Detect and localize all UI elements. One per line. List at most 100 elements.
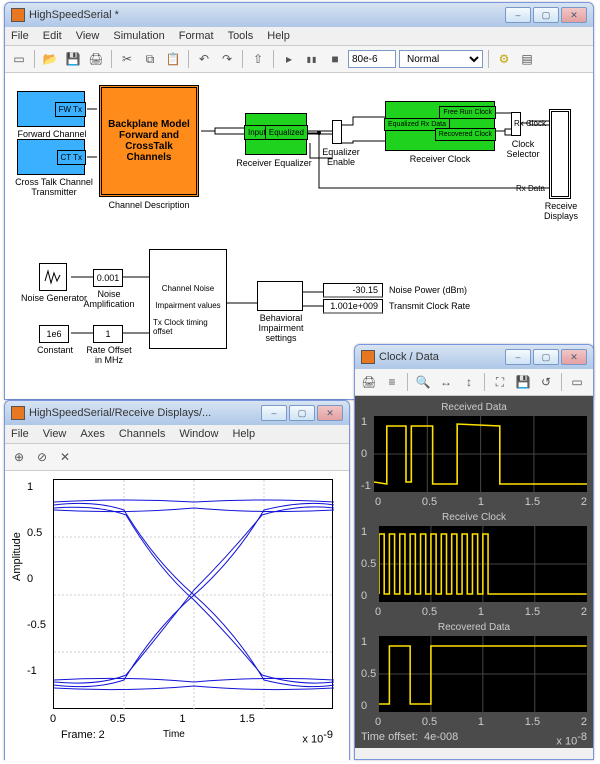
scope-title: Clock / Data: [379, 351, 501, 363]
zoom-y-icon[interactable]: ↕: [459, 372, 479, 392]
label-clk-sel: Clock Selector: [503, 139, 543, 159]
pause-icon[interactable]: ▮▮: [302, 49, 322, 69]
scope-plot-title-1: Receive Clock: [361, 512, 587, 523]
restore-icon[interactable]: ↺: [536, 372, 556, 392]
scope-plot-0[interactable]: [374, 416, 587, 492]
label-rx-eq: Receiver Equalizer: [219, 158, 329, 168]
zoom-in-icon[interactable]: ⊕: [9, 447, 29, 467]
copy-icon[interactable]: ⧉: [140, 49, 160, 69]
block-noise-amp[interactable]: 0.001: [93, 269, 123, 287]
save-icon[interactable]: 💾: [63, 49, 83, 69]
close-button[interactable]: ✕: [561, 349, 587, 365]
menu-edit[interactable]: Edit: [43, 30, 62, 42]
scope-toolbar: 🖨 ≡ 🔍 ↔ ↕ ⛶ 💾 ↺ ▭: [355, 369, 593, 396]
eye-plot[interactable]: [53, 479, 333, 709]
nav-up-icon[interactable]: ⇧: [248, 49, 268, 69]
scope-window: Clock / Data – ▢ ✕ 🖨 ≡ 🔍 ↔ ↕ ⛶ 💾 ↺ ▭ Rec…: [354, 344, 594, 760]
minimize-button[interactable]: –: [505, 7, 531, 23]
sim-mode-select[interactable]: Normal: [399, 50, 483, 68]
block-eq-switch[interactable]: [332, 120, 342, 144]
port-tx-clk: Tx Clock timing offset: [153, 318, 223, 336]
play-icon[interactable]: ▸: [279, 49, 299, 69]
eye-xlabel: Time: [163, 729, 185, 740]
menu-help[interactable]: Help: [232, 428, 255, 440]
menu-help[interactable]: Help: [267, 30, 290, 42]
close-button[interactable]: ✕: [561, 7, 587, 23]
undo-icon[interactable]: ↶: [194, 49, 214, 69]
build-icon[interactable]: ⚙: [494, 49, 514, 69]
zoom-x-icon[interactable]: ↔: [436, 372, 456, 392]
main-title: HighSpeedSerial *: [29, 9, 501, 21]
block-impair[interactable]: Channel Noise Impairment values Tx Clock…: [149, 249, 227, 349]
menu-tools[interactable]: Tools: [228, 30, 254, 42]
zoom-icon[interactable]: 🔍: [413, 372, 433, 392]
block-rx-eq[interactable]: Input Equalized: [245, 113, 307, 155]
redo-icon[interactable]: ↷: [217, 49, 237, 69]
label-tx-rate: Transmit Clock Rate: [389, 301, 489, 311]
label-rx-disp: Receive Displays: [538, 201, 584, 221]
label-ct-ch-trans: Cross Talk Channel Transmitter: [8, 177, 100, 197]
eye-titlebar[interactable]: HighSpeedSerial/Receive Displays/... – ▢…: [5, 401, 349, 425]
port-rcv-clk-out1: Free Run Clock: [439, 106, 496, 119]
block-ct-tx[interactable]: CT Tx: [17, 139, 85, 175]
scope-plot-2[interactable]: [379, 636, 587, 712]
port-ct-tx: CT Tx: [57, 150, 86, 165]
scope-plot-1[interactable]: [379, 526, 587, 602]
zoom-x-icon[interactable]: ⊘: [32, 447, 52, 467]
block-rcv-clk[interactable]: Equalized Rx Data Free Run Clock Recover…: [385, 101, 495, 151]
minimize-button[interactable]: –: [261, 405, 287, 421]
main-titlebar[interactable]: HighSpeedSerial * – ▢ ✕: [5, 3, 593, 27]
block-rx-disp[interactable]: Rx Clock Rx Data: [549, 109, 571, 199]
library-icon[interactable]: ▤: [517, 49, 537, 69]
menu-file[interactable]: File: [11, 428, 29, 440]
label-const: Constant: [33, 345, 77, 355]
scope-footer-label: Time offset:: [361, 731, 418, 743]
autoscale-icon[interactable]: ✕: [55, 447, 75, 467]
port-fw-tx: FW Tx: [55, 102, 86, 117]
menu-axes[interactable]: Axes: [80, 428, 104, 440]
port-rx-eq-out: Equalized: [265, 125, 308, 140]
cut-icon[interactable]: ✂: [117, 49, 137, 69]
display-tx-rate[interactable]: 1.001e+009: [323, 299, 383, 314]
menu-view[interactable]: View: [43, 428, 67, 440]
label-noise-pwr: Noise Power (dBm): [389, 285, 489, 295]
minimize-button[interactable]: –: [505, 349, 531, 365]
menu-simulation[interactable]: Simulation: [113, 30, 164, 42]
stop-time-input[interactable]: [348, 50, 396, 68]
block-rate[interactable]: 1: [93, 325, 123, 343]
open-icon[interactable]: 📂: [40, 49, 60, 69]
params-icon[interactable]: ≡: [382, 372, 402, 392]
menu-window[interactable]: Window: [179, 428, 218, 440]
menu-view[interactable]: View: [76, 30, 100, 42]
port-ch-noise: Channel Noise: [162, 284, 214, 293]
menu-format[interactable]: Format: [179, 30, 214, 42]
eye-ylabel: Amplitude: [11, 532, 23, 581]
eye-frame-value: 2: [99, 729, 105, 741]
eye-toolbar: ⊕ ⊘ ✕: [5, 444, 349, 471]
block-noise-gen[interactable]: [39, 263, 67, 291]
block-const[interactable]: 1e6: [39, 325, 69, 343]
menu-channels[interactable]: Channels: [119, 428, 165, 440]
close-button[interactable]: ✕: [317, 405, 343, 421]
maximize-button[interactable]: ▢: [533, 7, 559, 23]
stop-icon[interactable]: ■: [325, 49, 345, 69]
eye-window: HighSpeedSerial/Receive Displays/... – ▢…: [4, 400, 350, 760]
block-backplane[interactable]: Backplane Model Forward and CrossTalk Ch…: [99, 85, 199, 197]
app-icon: [361, 350, 375, 364]
maximize-button[interactable]: ▢: [289, 405, 315, 421]
scope-titlebar[interactable]: Clock / Data – ▢ ✕: [355, 345, 593, 369]
paste-icon[interactable]: 📋: [163, 49, 183, 69]
block-fwd-tx[interactable]: FW Tx: [17, 91, 85, 127]
menu-file[interactable]: File: [11, 30, 29, 42]
display-noise-pwr[interactable]: -30.15: [323, 283, 383, 298]
save-config-icon[interactable]: 💾: [513, 372, 533, 392]
print-icon[interactable]: 🖨: [359, 372, 379, 392]
maximize-button[interactable]: ▢: [533, 349, 559, 365]
label-rcv-clk: Receiver Clock: [395, 154, 485, 164]
float-icon[interactable]: ▭: [567, 372, 587, 392]
new-model-icon[interactable]: ▭: [9, 49, 29, 69]
print-icon[interactable]: 🖨: [86, 49, 106, 69]
block-behav-bus[interactable]: [257, 281, 303, 311]
scope-plot-title-0: Received Data: [361, 402, 587, 413]
autoscale-icon[interactable]: ⛶: [490, 372, 510, 392]
